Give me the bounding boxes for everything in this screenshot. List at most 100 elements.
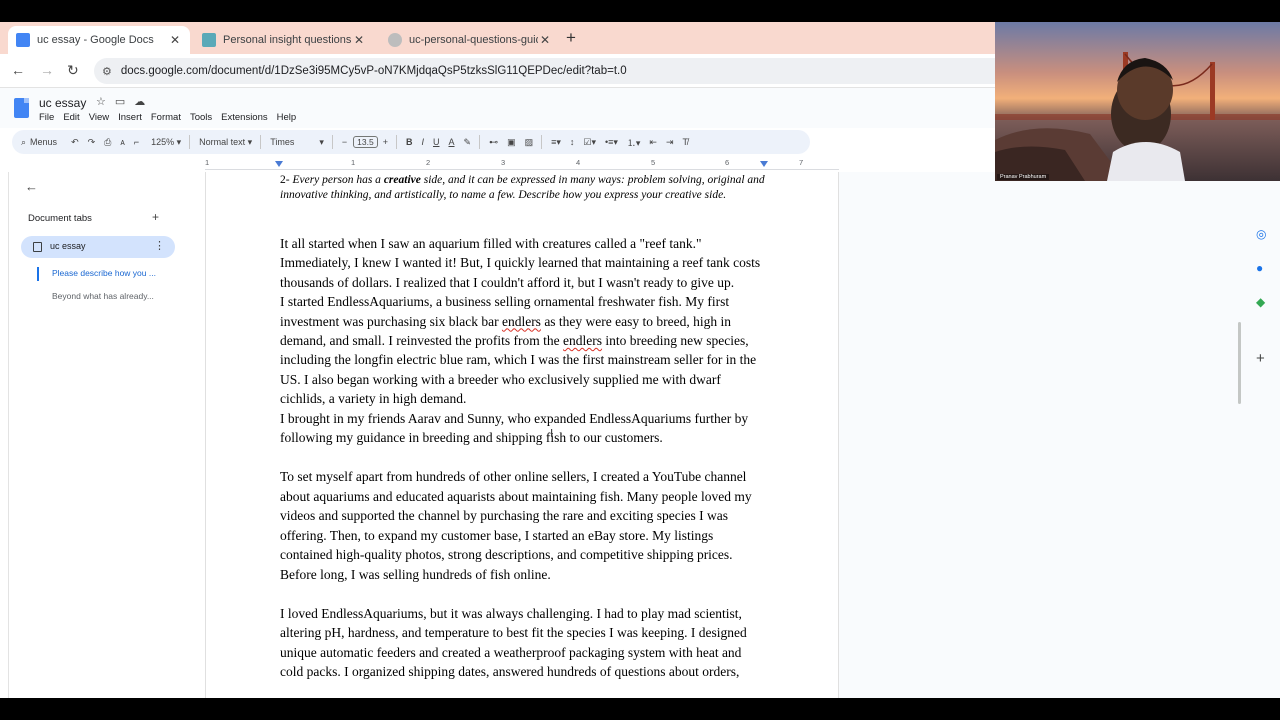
- clear-format-icon[interactable]: T̸: [683, 137, 689, 147]
- tab-title: Personal insight questions | UC: [223, 34, 352, 46]
- style-value: Normal text: [199, 136, 246, 147]
- line-spacing-icon[interactable]: ↕: [570, 137, 575, 147]
- text-color-button[interactable]: A: [449, 137, 455, 147]
- toolbar-divider: [189, 135, 191, 149]
- toolbar-divider: [541, 135, 543, 149]
- essay-body[interactable]: It all started when I saw an aquarium fi…: [280, 234, 766, 682]
- back-arrow-icon[interactable]: ←: [25, 179, 38, 194]
- sidebar-heading: Document tabs: [28, 213, 92, 224]
- close-icon[interactable]: ✕: [168, 33, 182, 47]
- folder-icon[interactable]: ▭: [115, 96, 134, 108]
- menu-edit[interactable]: Edit: [63, 112, 79, 123]
- essay-prompt: 2- Every person has a creative side, and…: [280, 173, 766, 202]
- prompt-text: Every person has a: [292, 174, 381, 186]
- menu-bar: File Edit View Insert Format Tools Exten…: [39, 112, 296, 123]
- bullet-list-icon[interactable]: •≡▾: [605, 137, 618, 148]
- increase-size-icon[interactable]: +: [383, 137, 388, 147]
- kebab-icon[interactable]: ⋮: [154, 239, 165, 252]
- vertical-ruler: [0, 172, 9, 698]
- paragraph: To set myself apart from hundreds of oth…: [280, 469, 752, 582]
- forward-arrow-icon[interactable]: →: [40, 62, 54, 78]
- right-indent-marker[interactable]: [760, 161, 768, 167]
- comment-icon[interactable]: ▣: [507, 137, 516, 148]
- document-title[interactable]: uc essay: [39, 96, 86, 110]
- link-icon[interactable]: ⊷: [489, 137, 498, 148]
- side-panel: ◎ ● ◆ +: [1246, 190, 1280, 698]
- docs-logo-icon[interactable]: [14, 98, 29, 118]
- ruler-tick: 3: [501, 158, 506, 167]
- paragraph: I loved EndlessAquariums, but it was alw…: [280, 605, 747, 680]
- tab-personal-insight[interactable]: Personal insight questions | UC ✕: [194, 26, 374, 54]
- horizontal-ruler[interactable]: 1 1 2 3 4 5 6 7: [205, 157, 839, 170]
- menu-insert[interactable]: Insert: [118, 112, 142, 123]
- paragraph: I started EndlessAquariums, a business s…: [280, 292, 766, 408]
- reload-icon[interactable]: ↻: [67, 62, 79, 79]
- misspelled-word[interactable]: endlers: [502, 314, 541, 329]
- tasks-icon[interactable]: ◎: [1256, 227, 1266, 241]
- ruler-tick: 2: [426, 158, 431, 167]
- contacts-icon[interactable]: ●: [1256, 261, 1263, 275]
- paint-format-icon[interactable]: ⌐: [134, 137, 139, 147]
- scrollbar[interactable]: [1238, 322, 1241, 404]
- menu-format[interactable]: Format: [151, 112, 181, 123]
- italic-button[interactable]: I: [421, 137, 424, 147]
- decrease-size-icon[interactable]: −: [342, 137, 347, 147]
- close-icon[interactable]: ✕: [352, 33, 366, 47]
- plus-icon[interactable]: +: [1256, 350, 1265, 367]
- prompt-bold-word: creative: [383, 174, 421, 186]
- underline-button[interactable]: U: [433, 137, 440, 147]
- menu-tools[interactable]: Tools: [190, 112, 212, 123]
- menu-view[interactable]: View: [89, 112, 109, 123]
- font-size-input[interactable]: 13.5: [353, 136, 378, 148]
- star-icon[interactable]: ☆: [96, 96, 115, 108]
- tab-uc-guide[interactable]: uc-personal-questions-guide-fr ✕: [380, 26, 560, 54]
- page-icon: [202, 33, 216, 47]
- menu-file[interactable]: File: [39, 112, 54, 123]
- checklist-icon[interactable]: ☑▾: [583, 137, 596, 148]
- sidebar-item-label: uc essay: [50, 241, 86, 251]
- style-select[interactable]: Normal text ▾: [199, 137, 252, 148]
- numbered-list-icon[interactable]: ⒈▾: [627, 136, 641, 149]
- highlighter-icon[interactable]: ✎: [464, 137, 472, 148]
- outline-item[interactable]: Beyond what has already...: [52, 291, 154, 301]
- outline-indicator: [37, 267, 39, 281]
- plus-icon[interactable]: +: [152, 210, 159, 224]
- menu-extensions[interactable]: Extensions: [221, 112, 267, 123]
- print-icon[interactable]: ⎙: [104, 137, 111, 148]
- back-arrow-icon[interactable]: ←: [11, 62, 25, 78]
- ruler-tick: 7: [799, 158, 804, 167]
- paragraph: It all started when I saw an aquarium fi…: [280, 236, 761, 290]
- misspelled-word[interactable]: endlers: [563, 333, 602, 348]
- undo-icon[interactable]: ↶: [71, 137, 79, 148]
- zoom-select[interactable]: 125% ▾: [151, 137, 181, 148]
- ruler-tick: 1: [351, 158, 356, 167]
- webcam-overlay: Pranav Prabhuram: [995, 22, 1280, 181]
- sidebar-item-uc-essay[interactable]: uc essay ⋮: [21, 236, 175, 258]
- tab-uc-essay[interactable]: uc essay - Google Docs ✕: [8, 26, 190, 54]
- align-icon[interactable]: ≡▾: [551, 137, 561, 148]
- increase-indent-icon[interactable]: ⇥: [666, 137, 674, 148]
- ruler-tick: 5: [651, 158, 656, 167]
- webcam-scene: [995, 52, 1280, 181]
- redo-icon[interactable]: ↷: [88, 137, 96, 148]
- document-page[interactable]: 2- Every person has a creative side, and…: [205, 172, 839, 698]
- site-info-icon[interactable]: ⚙: [102, 65, 112, 78]
- font-select[interactable]: Times ▾: [270, 137, 324, 148]
- globe-icon: [388, 33, 402, 47]
- close-icon[interactable]: ✕: [538, 33, 552, 47]
- font-value: Times: [270, 136, 295, 147]
- toolbar-divider: [260, 135, 262, 149]
- decrease-indent-icon[interactable]: ⇤: [649, 137, 657, 148]
- toolbar-divider: [331, 135, 333, 149]
- bold-button[interactable]: B: [406, 137, 413, 147]
- menu-help[interactable]: Help: [277, 112, 297, 123]
- search-icon[interactable]: ⌕: [21, 137, 26, 148]
- image-icon[interactable]: ▨: [525, 137, 534, 148]
- spellcheck-icon[interactable]: ᴀ: [120, 137, 124, 147]
- new-tab-button[interactable]: +: [566, 28, 576, 48]
- menus-search[interactable]: Menus: [30, 137, 57, 147]
- outline-item[interactable]: Please describe how you ...: [52, 268, 156, 278]
- maps-icon[interactable]: ◆: [1256, 295, 1265, 309]
- cloud-icon[interactable]: ☁: [134, 96, 154, 108]
- left-indent-marker[interactable]: [275, 161, 283, 167]
